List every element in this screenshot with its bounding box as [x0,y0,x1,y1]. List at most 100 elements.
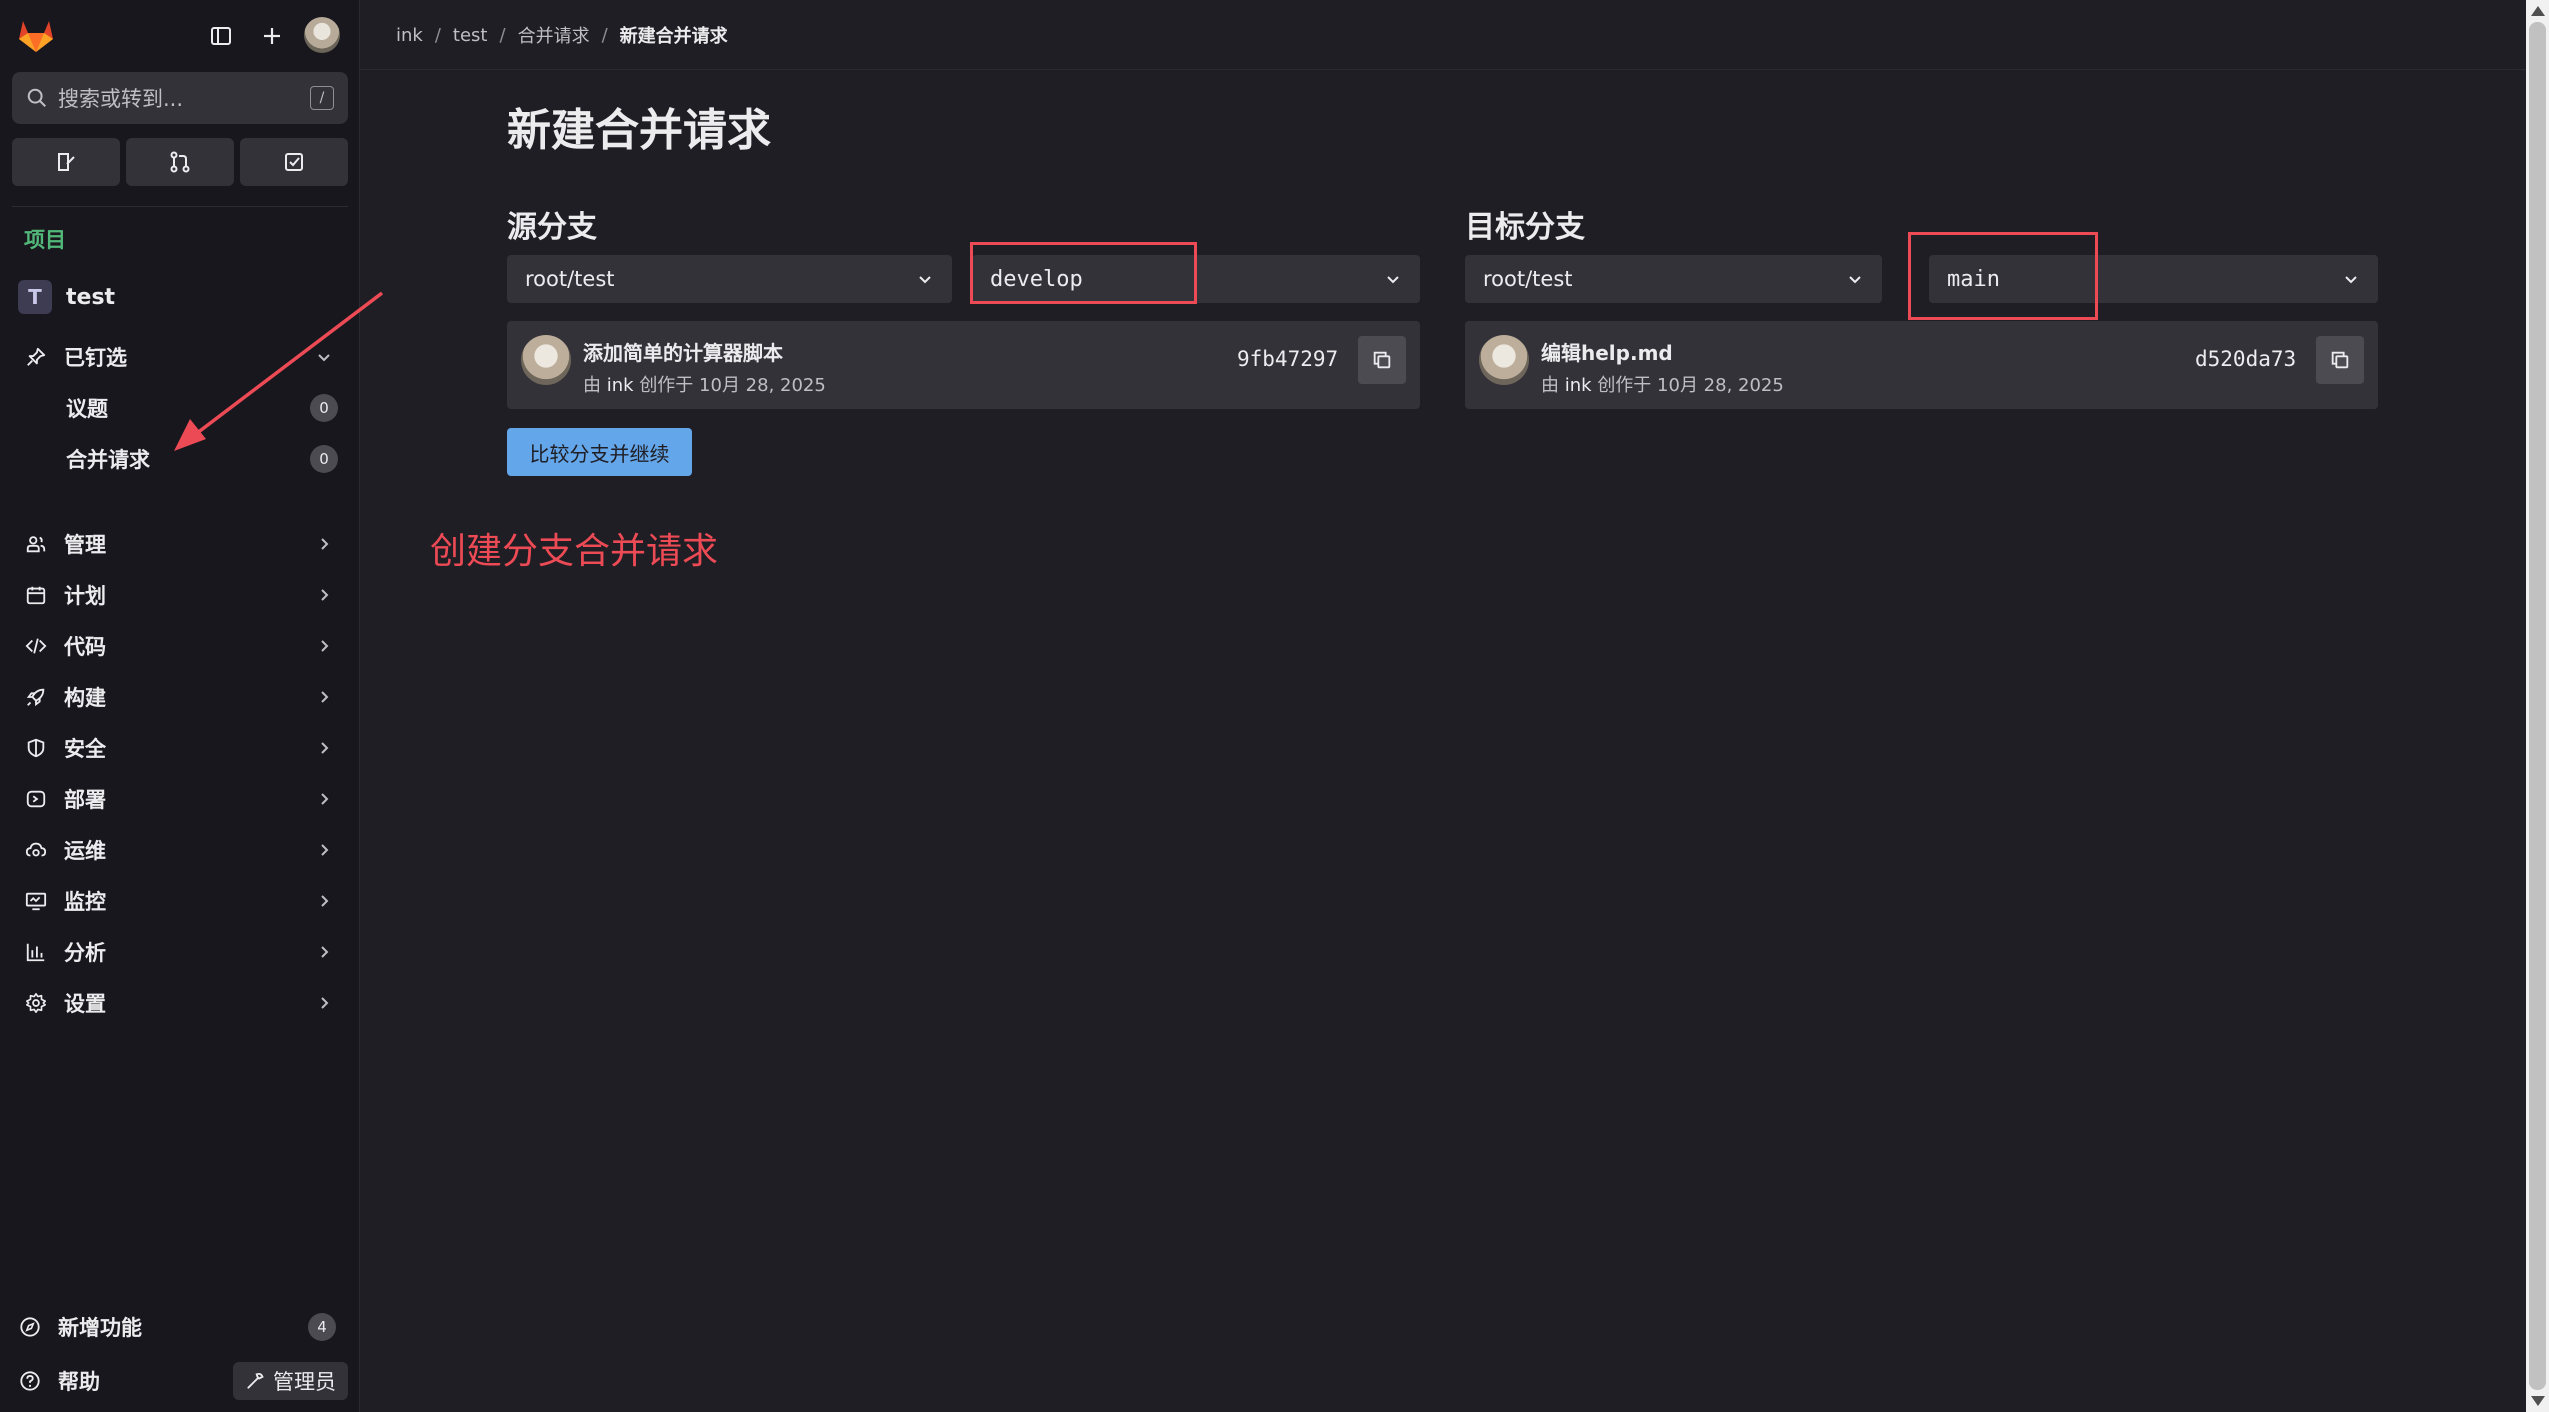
rocket-icon [22,683,50,711]
breadcrumb-item[interactable]: 合并请求 [518,22,590,48]
copy-sha-button[interactable] [1358,336,1406,384]
help-icon [16,1367,44,1395]
commit-meta: 由 ink 创作于 10月 28, 2025 [1541,371,1784,397]
sidebar-item-label: 合并请求 [66,448,150,472]
sidebar-item-label: 运维 [64,839,106,863]
commit-sha[interactable]: d520da73 [2195,347,2296,371]
chevron-down-icon [1384,270,1402,288]
chart-icon [22,938,50,966]
sidebar-item-settings[interactable]: 设置 [12,980,348,1026]
whats-new-button[interactable]: 新增功能 4 [12,1304,348,1350]
sidebar-item-manage[interactable]: 管理 [12,521,348,567]
sidebar-toggle-icon[interactable] [203,18,239,54]
source-project-select[interactable]: root/test [507,255,952,303]
scrollbar-thumb[interactable] [2529,22,2546,1390]
source-project-value: root/test [525,267,615,291]
scroll-down-arrow-icon[interactable] [2531,1396,2545,1406]
chevron-right-icon [314,840,334,860]
todo-icon [285,153,303,171]
commit-sha[interactable]: 9fb47297 [1237,347,1338,371]
gear-icon [22,989,50,1017]
commit-author-avatar[interactable] [1479,335,1529,385]
commit-date: 创作于 10月 28, 2025 [1597,375,1784,396]
chevron-right-icon [314,789,334,809]
annotation-text: 创建分支合并请求 [430,531,719,572]
project-avatar: T [18,280,52,314]
commit-author[interactable]: ink [1565,375,1592,396]
commit-title[interactable]: 添加简单的计算器脚本 [583,337,783,366]
pinned-label: 已钉选 [64,346,127,370]
page-scrollbar[interactable] [2526,0,2549,1412]
sidebar-top [0,0,360,70]
shield-icon [22,734,50,762]
target-project-select[interactable]: root/test [1465,255,1882,303]
search-icon [27,88,46,107]
chevron-right-icon [314,534,334,554]
compass-icon [16,1313,44,1341]
breadcrumb-current: 新建合并请求 [619,26,728,47]
merge-requests-quick-button[interactable] [126,138,234,186]
sidebar-item-analyze[interactable]: 分析 [12,929,348,975]
project-link[interactable]: T test [18,280,115,314]
user-avatar[interactable] [304,17,340,53]
issues-quick-button[interactable] [12,138,120,186]
deploy-icon [22,785,50,813]
sidebar-item-label: 计划 [64,584,106,608]
breadcrumb: ink / test / 合并请求 / 新建合并请求 [396,22,728,48]
sidebar-item-label: 议题 [66,397,108,421]
sidebar-item-deploy[interactable]: 部署 [12,776,348,822]
sidebar-item-monitor[interactable]: 监控 [12,878,348,924]
copy-sha-button[interactable] [2316,336,2364,384]
top-bar: ink / test / 合并请求 / 新建合并请求 [360,0,2526,70]
target-commit-card: 编辑help.md 由 ink 创作于 10月 28, 2025 d520da7… [1465,321,2378,409]
scroll-up-arrow-icon[interactable] [2531,6,2545,16]
source-commit-card: 添加简单的计算器脚本 由 ink 创作于 10月 28, 2025 9fb472… [507,321,1420,409]
sidebar-item-operate[interactable]: 运维 [12,827,348,873]
gitlab-logo-icon[interactable] [16,16,56,54]
help-button[interactable]: 帮助 管理员 [12,1358,348,1404]
commit-author-avatar[interactable] [521,335,571,385]
commit-by: 由 [1541,375,1559,396]
sidebar-item-code[interactable]: 代码 [12,623,348,669]
users-icon [22,530,50,558]
compare-branches-button[interactable]: 比较分支并继续 [507,428,692,476]
whats-new-count: 4 [308,1313,336,1341]
breadcrumb-separator: / [601,24,608,46]
sidebar-item-label: 安全 [64,737,106,761]
breadcrumb-item[interactable]: test [453,25,488,46]
sidebar-item-label: 部署 [64,788,106,812]
chevron-down-icon [1846,270,1864,288]
breadcrumb-item[interactable]: ink [396,25,423,46]
chevron-right-icon [314,687,334,707]
target-branch-heading: 目标分支 [1465,210,1585,245]
sidebar: 搜索或转到... / 项目 T test 已钉选 议题 0 合并请求 0 管理 [0,0,360,1412]
copy-icon [2331,351,2349,369]
cloud-gear-icon [22,836,50,864]
annotation-highlight-source-branch [970,242,1197,304]
annotation-arrow-icon [174,291,384,451]
merge-request-icon [170,151,190,173]
sidebar-item-plan[interactable]: 计划 [12,572,348,618]
search-input[interactable]: 搜索或转到... / [12,72,348,124]
sidebar-divider [12,206,348,207]
breadcrumb-separator: / [499,24,506,46]
project-name: test [66,284,116,310]
commit-date: 创作于 10月 28, 2025 [639,375,826,396]
sidebar-item-secure[interactable]: 安全 [12,725,348,771]
chevron-right-icon [314,942,334,962]
whats-new-label: 新增功能 [58,1316,142,1340]
commit-title[interactable]: 编辑help.md [1541,337,1673,366]
sidebar-item-label: 分析 [64,941,106,965]
chevron-right-icon [314,738,334,758]
commit-author[interactable]: ink [607,375,634,396]
monitor-icon [22,887,50,915]
section-label-project: 项目 [24,228,66,252]
plus-icon[interactable] [254,18,290,54]
chevron-right-icon [314,891,334,911]
breadcrumb-separator: / [434,24,441,46]
admin-button[interactable]: 管理员 [233,1362,348,1400]
todo-quick-button[interactable] [240,138,348,186]
target-project-value: root/test [1483,267,1573,291]
sidebar-item-build[interactable]: 构建 [12,674,348,720]
page-title: 新建合并请求 [507,105,771,156]
